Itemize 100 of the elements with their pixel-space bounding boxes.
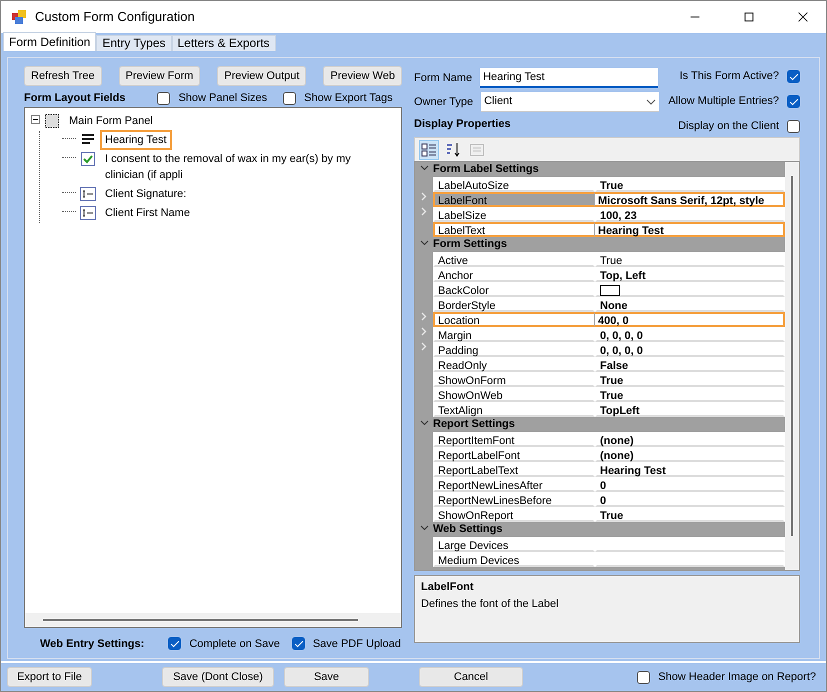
property-name[interactable]: ReportLabelText: [433, 462, 595, 477]
name-field[interactable]: Hearing Test: [480, 68, 658, 88]
category-header[interactable]: Form Settings: [433, 237, 507, 252]
description-title: LabelFont: [421, 580, 475, 595]
textbox-icon: [80, 204, 96, 220]
chevron-down-icon[interactable]: [420, 418, 428, 427]
horizontal-scrollbar[interactable]: [25, 612, 401, 626]
footer-button[interactable]: Save: [284, 667, 369, 687]
property-value: 0, 0, 0, 0: [595, 342, 785, 357]
vertical-scrollbar[interactable]: [785, 162, 799, 570]
property-value: 400, 0: [595, 312, 785, 327]
option-label: Save PDF Upload: [312, 636, 401, 652]
tree-item[interactable]: Client First Name: [100, 202, 195, 222]
property-name[interactable]: Padding: [433, 342, 595, 357]
property-value: 0: [595, 477, 785, 492]
tab[interactable]: Letters & Exports: [172, 35, 276, 51]
footer-button[interactable]: Save (Dont Close): [162, 667, 274, 687]
checkbox[interactable]: [157, 92, 170, 105]
property-name[interactable]: Anchor: [433, 267, 595, 282]
property-value: TopLeft: [595, 402, 785, 417]
property-name[interactable]: LabelSize: [433, 207, 595, 222]
toolbar-button[interactable]: Preview Web: [323, 66, 402, 86]
footer-button[interactable]: Cancel: [419, 667, 523, 687]
property-name[interactable]: Active: [433, 252, 595, 267]
property-value: Microsoft Sans Serif, 12pt, style: [595, 192, 785, 207]
footer-button[interactable]: Export to File: [7, 667, 92, 687]
property-name[interactable]: ShowOnWeb: [433, 387, 595, 402]
property-name[interactable]: LabelAutoSize: [433, 177, 595, 192]
property-name[interactable]: BackColor: [433, 282, 595, 297]
checkbox[interactable]: [283, 92, 296, 105]
chevron-down-icon[interactable]: [420, 523, 428, 532]
property-value: True: [595, 372, 785, 387]
app-icon: [11, 9, 27, 25]
property-value: (none): [595, 447, 785, 462]
panel-icon: [44, 112, 60, 128]
close-icon[interactable]: [796, 10, 810, 24]
textbox-icon: [80, 186, 96, 202]
option-label: Show Export Tags: [304, 91, 393, 106]
categorized-icon[interactable]: [419, 140, 439, 160]
collapse-icon[interactable]: [31, 114, 40, 124]
checkbox[interactable]: [787, 70, 800, 83]
property-value: (none): [595, 432, 785, 447]
tree-item[interactable]: I consent to the removal of wax in my ear(s) by my clinician (if appli: [100, 148, 395, 184]
property-name[interactable]: ShowOnReport: [433, 507, 595, 522]
property-name[interactable]: BorderStyle: [433, 297, 595, 312]
tree-item[interactable]: Client Signature:: [100, 184, 192, 204]
property-value: False: [595, 357, 785, 372]
field-label: Owner Type: [414, 94, 474, 110]
property-name[interactable]: ReportLabelFont: [433, 447, 595, 462]
checkbox[interactable]: [787, 95, 800, 108]
tree-item[interactable]: Main Form Panel: [64, 110, 158, 130]
category-header[interactable]: Report Settings: [433, 417, 515, 432]
maximize-icon[interactable]: [742, 10, 756, 24]
property-name[interactable]: ReadOnly: [433, 357, 595, 372]
option-label: Complete on Save: [189, 636, 280, 652]
property-name[interactable]: ShowOnForm: [433, 372, 595, 387]
option-label: Show Header Image on Report?: [658, 670, 816, 685]
chevron-icon: [646, 98, 656, 104]
property-value: 0, 0, 0, 0: [595, 327, 785, 342]
property-value: 0: [595, 492, 785, 507]
option-label: Display on the Client: [678, 119, 779, 134]
checkbox[interactable]: [292, 637, 305, 650]
property-value: 100, 23: [595, 207, 785, 222]
toolbar-button[interactable]: Refresh Tree: [24, 66, 102, 86]
category-header[interactable]: Web Settings: [433, 522, 502, 537]
property-name[interactable]: LabelText: [433, 222, 595, 237]
owner-type-dropdown[interactable]: Client: [481, 92, 660, 112]
property-name[interactable]: ReportNewLinesBefore: [433, 492, 595, 507]
checkbox[interactable]: [787, 120, 800, 133]
property-name[interactable]: TextAlign: [433, 402, 595, 417]
property-value: Hearing Test: [595, 462, 785, 477]
property-name[interactable]: LabelFont: [433, 192, 595, 207]
chevron-down-icon[interactable]: [420, 238, 428, 247]
tab[interactable]: Form Definition: [3, 32, 96, 51]
property-value: True: [595, 507, 785, 522]
option-label: Allow Multiple Entries?: [668, 94, 779, 110]
property-name[interactable]: Margin: [433, 327, 595, 342]
description-text: Defines the font of the Label: [421, 596, 560, 612]
section-title: Form Layout Fields: [24, 91, 126, 106]
category-header[interactable]: Form Label Settings: [433, 162, 539, 177]
toolbar-button[interactable]: Preview Output: [217, 66, 306, 86]
tree-item[interactable]: Hearing Test: [100, 130, 172, 150]
property-name[interactable]: Large Devices: [433, 537, 595, 552]
property-name[interactable]: ReportNewLinesAfter: [433, 477, 595, 492]
property-name[interactable]: ReportItemFont: [433, 432, 595, 447]
checkbox[interactable]: [637, 670, 650, 684]
section-title: Display Properties: [414, 117, 511, 132]
tab[interactable]: Entry Types: [96, 35, 172, 51]
property-value: Top, Left: [595, 267, 785, 282]
property-value: True: [595, 252, 785, 267]
field-label: Form Name: [414, 70, 472, 86]
option-label: Show Panel Sizes: [178, 91, 268, 106]
property-name[interactable]: Location: [433, 312, 595, 327]
section-title: Web Entry Settings:: [40, 636, 144, 652]
property-value: True: [595, 177, 785, 192]
toolbar-button[interactable]: Preview Form: [118, 66, 200, 86]
option-label: Is This Form Active?: [680, 69, 779, 84]
checkbox[interactable]: [168, 637, 182, 650]
property-name[interactable]: Medium Devices: [433, 552, 595, 567]
chevron-down-icon[interactable]: [420, 163, 428, 172]
